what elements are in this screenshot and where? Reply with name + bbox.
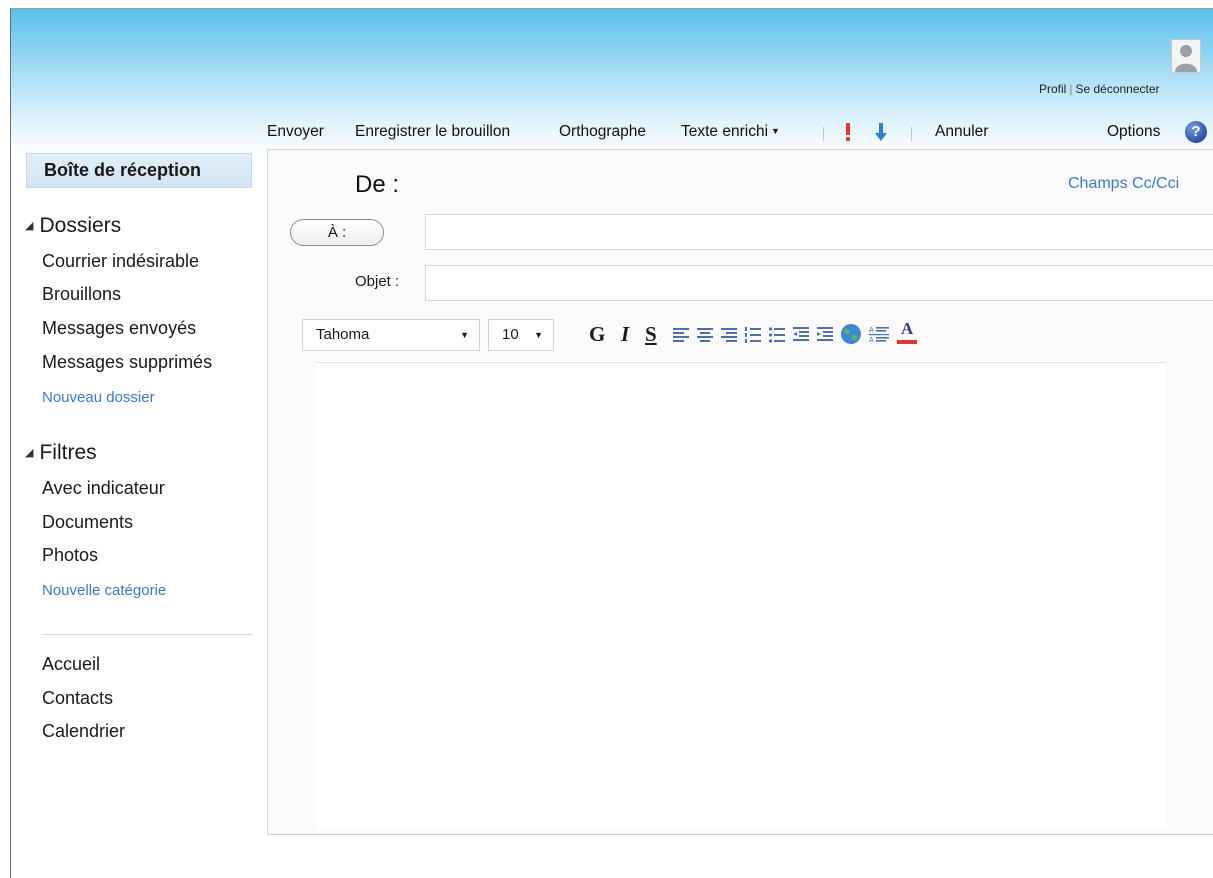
font-size-select[interactable]: 10 ▼ [488,319,554,351]
cc-bcc-link[interactable]: Champs Cc/Cci [1068,175,1179,193]
priority-high-glyph [846,123,850,141]
cancel-button[interactable]: Annuler [935,123,988,141]
filters-section-header[interactable]: ◢ Filtres [25,441,97,465]
align-right-icon[interactable] [720,323,738,345]
chevron-down-icon: ▼ [534,330,543,340]
to-field[interactable] [425,214,1213,250]
sidebar-item-junk[interactable]: Courrier indésirable [42,251,199,272]
svg-text:A: A [869,327,874,334]
nav-item-calendar[interactable]: Calendrier [42,721,125,742]
filters-title: Filtres [39,441,97,464]
help-question-icon[interactable]: ? [1185,121,1207,143]
align-left-icon[interactable] [672,323,690,345]
new-folder-link[interactable]: Nouveau dossier [42,389,155,406]
user-silhouette-icon [1175,45,1197,72]
align-center-icon[interactable] [696,323,714,345]
collapse-triangle-icon: ◢ [25,220,34,232]
options-button[interactable]: Options [1107,123,1160,141]
align-right-glyph [721,328,737,342]
user-links: Profil | Se déconnecter [1039,82,1160,96]
save-draft-button[interactable]: Enregistrer le brouillon [355,123,510,141]
chevron-down-icon: ▼ [460,330,469,340]
font-size-value: 10 [502,326,519,343]
numbered-list-glyph [745,327,761,343]
new-category-link[interactable]: Nouvelle catégorie [42,582,166,599]
bullet-list-icon[interactable] [768,323,786,345]
blue-down-arrow-icon[interactable] [875,122,887,147]
sidebar-divider [42,634,252,635]
text-color-glyph: A [901,319,914,338]
red-exclamation-icon[interactable] [844,122,852,147]
numbered-list-icon[interactable] [744,323,762,345]
sidebar-item-photos[interactable]: Photos [42,545,98,566]
chevron-down-icon: ▼ [771,126,780,136]
sidebar-item-deleted[interactable]: Messages supprimés [42,352,212,373]
from-label: De : [355,171,400,198]
underline-button[interactable]: S [645,323,657,345]
sidebar-item-documents[interactable]: Documents [42,512,133,533]
compose-toolbar: Envoyer Enregistrer le brouillon Orthogr… [267,119,1212,147]
message-body-editor[interactable] [316,362,1166,829]
compose-pane: De : Champs Cc/Cci À : Objet : Tahoma ▼ 1… [267,149,1213,835]
font-family-select[interactable]: Tahoma ▼ [302,319,480,351]
text-color-button[interactable]: A [896,319,918,345]
folders-title: Dossiers [39,214,122,237]
spelling-button[interactable]: Orthographe [559,123,646,141]
toolbar-divider [911,127,912,141]
avatar[interactable] [1171,39,1201,73]
to-button[interactable]: À : [290,219,384,246]
text-color-swatch [897,340,917,344]
text-direction-icon[interactable]: A A [868,323,890,345]
sidebar-item-flagged[interactable]: Avec indicateur [42,478,165,499]
rich-text-label: Texte enrichi [681,123,769,140]
globe-icon[interactable] [840,323,862,345]
priority-low-glyph [875,123,887,141]
profile-link[interactable]: Profil [1039,82,1066,96]
italic-button[interactable]: I [621,323,629,345]
toolbar-divider [823,127,824,141]
folders-section-header[interactable]: ◢ Dossiers [25,214,121,238]
increase-indent-glyph [817,327,833,341]
rich-text-button[interactable]: Texte enrichi ▼ [681,123,780,141]
text-direction-glyph: A A [869,327,889,344]
logout-link[interactable]: Se déconnecter [1075,82,1159,96]
decrease-indent-icon[interactable] [792,323,810,345]
decrease-indent-glyph [793,327,809,341]
bullet-list-glyph [768,327,785,343]
sidebar-item-drafts[interactable]: Brouillons [42,284,121,305]
subject-label: Objet : [355,273,400,290]
sidebar-item-inbox[interactable]: Boîte de réception [26,153,252,188]
format-toolbar: Tahoma ▼ 10 ▼ G I S A A A [302,315,1182,351]
sidebar: Boîte de réception ◢ Dossiers Courrier in… [11,151,259,878]
increase-indent-icon[interactable] [816,323,834,345]
font-family-value: Tahoma [316,326,370,343]
align-center-glyph [697,328,713,342]
collapse-triangle-icon: ◢ [25,447,34,459]
mail-window: Profil | Se déconnecter Envoyer Enregistre… [10,8,1213,878]
nav-item-home[interactable]: Accueil [42,654,100,675]
send-button[interactable]: Envoyer [267,123,324,141]
globe-glyph [841,324,861,344]
svg-text:A: A [869,337,874,344]
bold-button[interactable]: G [589,323,605,345]
sidebar-item-sent[interactable]: Messages envoyés [42,318,196,339]
nav-item-contacts[interactable]: Contacts [42,688,113,709]
subject-field[interactable] [425,265,1213,301]
align-left-glyph [673,328,689,342]
